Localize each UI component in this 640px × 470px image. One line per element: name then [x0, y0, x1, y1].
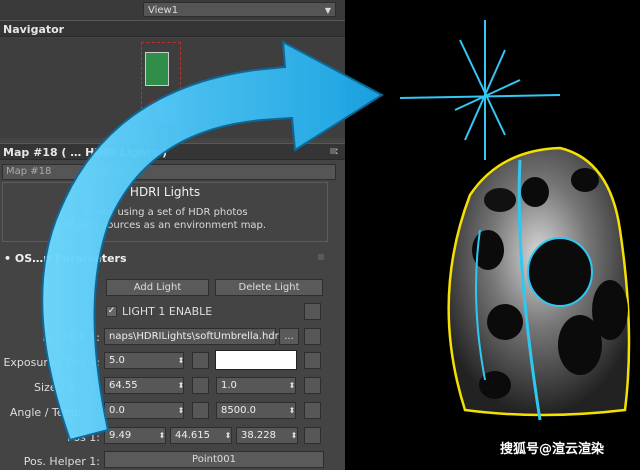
map-name-field[interactable]: Map #18 — [2, 164, 336, 180]
pos-z-spinner[interactable]: ⬍ — [288, 427, 300, 444]
parameters-section-title[interactable]: • OS…p Parameters — [4, 252, 127, 265]
material-editor-panel: View1 ▼ Navigator Map #18 ( … HDRI Light… — [0, 0, 345, 470]
pos-y-spinner[interactable]: ⬍ — [222, 427, 234, 444]
chevron-down-icon: ▼ — [324, 6, 331, 15]
size-spinner[interactable]: ⬍ — [175, 377, 187, 394]
pos-helper-label: Pos. Helper 1: — [23, 455, 100, 468]
pos-x-spinner[interactable]: ⬍ — [156, 427, 168, 444]
add-light-button[interactable]: Add Light — [106, 279, 209, 296]
plugin-description-line2: of light sources as an environment map. — [63, 220, 267, 231]
plugin-description-line1: Allows using a set of HDR photos — [82, 207, 248, 218]
temperature-field[interactable]: 8500.0 — [216, 402, 296, 419]
temperature-map-button[interactable] — [304, 402, 321, 419]
aspect-map-button[interactable] — [304, 377, 321, 394]
exposure-field[interactable]: 5.0 — [104, 352, 184, 369]
pos-label: Pos 1: — [67, 431, 100, 444]
viewport-render[interactable] — [345, 0, 640, 470]
watermark-text: 搜狐号@渲云渲染 — [500, 442, 605, 457]
exposure-map-button[interactable] — [192, 352, 209, 369]
aspect-spinner[interactable]: ⬍ — [286, 377, 298, 394]
map-title-bar: Map #18 ( … HDRI Lights ) ✕ — [0, 143, 345, 160]
collapse-icon: • — [4, 252, 12, 265]
enable-map-button[interactable] — [304, 303, 321, 320]
viewport-select[interactable]: View1 ▼ — [143, 2, 336, 17]
size-field[interactable]: 64.55 — [104, 377, 184, 394]
angle-spinner[interactable]: ⬍ — [175, 402, 187, 419]
pos-helper-button[interactable]: Point001 — [104, 451, 324, 468]
size-label: Size / A… 1: — [33, 381, 100, 394]
plugin-title: HDRI Lights — [129, 185, 201, 199]
temperature-spinner[interactable]: ⬍ — [286, 402, 298, 419]
scroll-handle[interactable] — [330, 148, 336, 154]
tint-map-button[interactable] — [304, 352, 321, 369]
file-label: L… FILE 1: — [42, 331, 100, 344]
browse-file-button[interactable]: ... — [279, 328, 299, 345]
map-title: Map #18 ( … HDRI Lights ) — [3, 146, 167, 159]
viewport-select-value: View1 — [148, 5, 179, 16]
navigator-node-green — [145, 52, 169, 86]
angle-label: Angle / Temp (… — [9, 406, 100, 419]
hdr-file-field[interactable]: naps\HDRILights\softUmbrella.hdr — [104, 328, 279, 345]
light-enable-label: LIGHT 1 ENABLE — [122, 305, 213, 318]
exposure-spinner[interactable]: ⬍ — [175, 352, 187, 369]
plugin-description-box: HDRI Lights Allows using a set of HDR ph… — [2, 182, 328, 242]
pos-map-button[interactable] — [304, 427, 321, 444]
rollout-handle[interactable] — [318, 254, 324, 260]
file-map-button[interactable] — [304, 328, 321, 345]
aspect-field[interactable]: 1.0 — [216, 377, 296, 394]
tint-color-swatch[interactable] — [215, 350, 297, 370]
navigator-node-blue — [158, 100, 180, 122]
angle-map-button[interactable] — [192, 402, 209, 419]
angle-field[interactable]: 0.0 — [104, 402, 184, 419]
size-map-button[interactable] — [192, 377, 209, 394]
navigator-title: Navigator — [0, 20, 345, 37]
light-enable-checkbox[interactable]: ✓ — [106, 306, 117, 317]
parameters-section-label: OS…p Parameters — [14, 252, 127, 265]
delete-light-button[interactable]: Delete Light — [215, 279, 323, 296]
exposure-label: Exposure / Tint 1: — [3, 356, 100, 369]
